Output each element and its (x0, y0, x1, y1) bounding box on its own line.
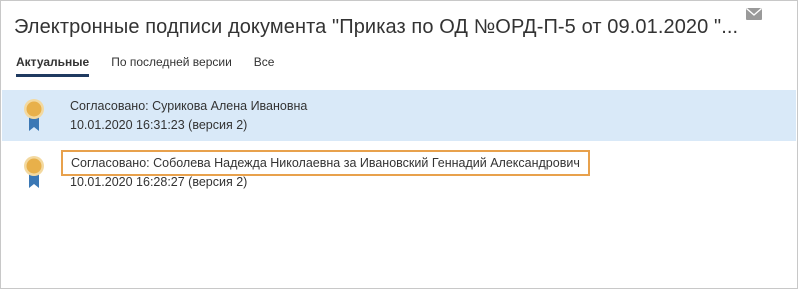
signatures-list: Согласовано: Сурикова Алена Ивановна 10.… (2, 90, 796, 198)
tab-all[interactable]: Все (254, 55, 275, 77)
envelope-icon[interactable] (746, 8, 762, 20)
signature-row[interactable]: Согласовано: Соболева Надежда Николаевна… (2, 147, 796, 198)
dialog-title: Электронные подписи документа "Приказ по… (14, 16, 739, 38)
signature-status: Согласовано: Соболева Надежда Николаевна… (61, 150, 590, 176)
tab-actual[interactable]: Актуальные (16, 55, 90, 77)
tab-bar: Актуальные По последней версии Все (16, 55, 296, 77)
signature-datetime: 10.01.2020 16:31:23 (версия 2) (70, 118, 248, 132)
signature-status: Согласовано: Сурикова Алена Ивановна (70, 99, 308, 113)
signatures-dialog: Электронные подписи документа "Приказ по… (0, 0, 798, 289)
tab-latest-version[interactable]: По последней версии (111, 55, 232, 77)
signature-datetime: 10.01.2020 16:28:27 (версия 2) (70, 175, 248, 189)
medal-icon (24, 156, 44, 188)
signature-row[interactable]: Согласовано: Сурикова Алена Ивановна 10.… (2, 90, 796, 141)
medal-icon (24, 99, 44, 131)
